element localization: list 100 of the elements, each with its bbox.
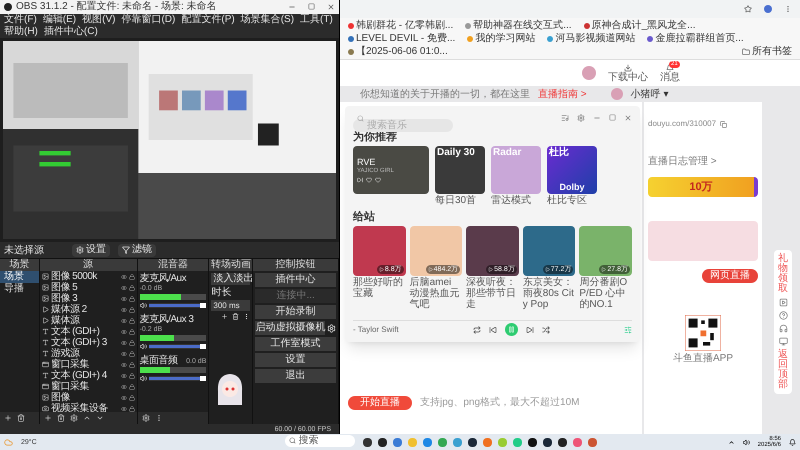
visibility-icon[interactable] — [120, 318, 127, 324]
playlist-title[interactable]: 后脑amei 动漫热血元气吧 — [410, 277, 462, 310]
dock-button[interactable]: 滤镜 — [118, 244, 156, 256]
move-up-icon[interactable] — [82, 414, 91, 422]
lock-icon[interactable] — [128, 406, 135, 412]
source-item[interactable]: 文本 (GDI+) 3 — [50, 337, 119, 348]
playlist-title[interactable]: 周分番剧OP/ED 心中的NO.1 — [579, 277, 632, 310]
settings-icon[interactable] — [70, 414, 78, 422]
tray-expand-icon[interactable] — [728, 438, 735, 446]
lock-icon[interactable] — [128, 274, 135, 280]
source-item[interactable]: 图像 — [50, 392, 119, 403]
menu-item[interactable]: 视图(V) — [82, 14, 116, 26]
bookmark-link[interactable]: LEVEL DEVIL - 免费... — [356, 32, 456, 45]
bookmark-link[interactable]: 所有书签 — [752, 45, 792, 58]
visibility-icon[interactable] — [120, 274, 127, 280]
scene-item[interactable]: 场景 — [0, 271, 39, 283]
menu-item[interactable]: 插件中心(C) — [44, 26, 98, 38]
visibility-icon[interactable] — [120, 384, 127, 390]
volume-icon[interactable] — [140, 302, 147, 309]
source-item[interactable]: 窗口采集 — [50, 381, 119, 392]
volume-thumb[interactable] — [200, 303, 206, 308]
dock-button[interactable]: 设置 — [72, 244, 110, 256]
search-field[interactable]: 搜索音乐 — [353, 118, 453, 132]
source-item[interactable]: 游戏源 — [50, 348, 119, 359]
notification-icon[interactable] — [789, 438, 796, 446]
lock-icon[interactable] — [128, 306, 135, 312]
lock-icon[interactable] — [128, 372, 135, 378]
bookmark-link[interactable]: 原神合成计_黑风龙全... — [592, 19, 696, 32]
bookmark-link[interactable]: 河马影视频道网站 — [555, 32, 636, 45]
source-item[interactable]: 视频采集设备 — [50, 403, 119, 414]
visibility-icon[interactable] — [120, 362, 127, 368]
source-item[interactable]: 文本 (GDI+) — [50, 326, 119, 337]
manage-link[interactable]: 直播日志管理 > — [648, 154, 758, 169]
visibility-icon[interactable] — [120, 394, 127, 400]
source-item[interactable]: 文本 (GDI+) 4 — [50, 370, 119, 381]
bookmark-link[interactable]: 【2025-06-06 01:0... — [356, 45, 448, 58]
source-item[interactable]: 图像 3 — [50, 293, 119, 304]
repeat-icon[interactable] — [472, 326, 481, 334]
copy-icon[interactable] — [720, 120, 728, 128]
control-button[interactable]: 插件中心 — [255, 273, 336, 287]
next-icon[interactable] — [357, 177, 363, 183]
lock-icon[interactable] — [128, 394, 135, 400]
control-button[interactable]: 工作室模式 — [255, 337, 336, 351]
volume-slider[interactable] — [148, 344, 206, 349]
trash-icon[interactable] — [232, 313, 240, 320]
lock-icon[interactable] — [128, 350, 135, 356]
header-link[interactable]: 下载中心 — [608, 64, 648, 82]
lock-icon[interactable] — [128, 318, 135, 324]
scene-item[interactable]: 导播 — [0, 283, 39, 295]
visibility-icon[interactable] — [120, 296, 127, 302]
visibility-icon[interactable] — [120, 406, 127, 412]
volume-slider[interactable] — [148, 303, 206, 308]
side-link[interactable]: 礼物领取 — [778, 254, 788, 294]
video-icon[interactable] — [778, 298, 788, 307]
lock-icon[interactable] — [128, 362, 135, 368]
menu-item[interactable]: 停靠窗口(D) — [121, 14, 176, 26]
help-icon[interactable] — [778, 311, 788, 320]
shuffle-icon[interactable] — [542, 326, 550, 334]
close-icon[interactable] — [624, 114, 632, 122]
volume-icon[interactable] — [140, 375, 147, 382]
source-item[interactable]: 图像 5000k — [50, 271, 119, 282]
control-button[interactable]: 启动虚拟摄像机 — [255, 321, 326, 335]
screen-icon[interactable] — [778, 337, 788, 346]
menu-item[interactable]: 配置文件(P) — [181, 14, 235, 26]
control-button[interactable]: 设置 — [255, 353, 336, 367]
menu-item[interactable]: 文件(F) — [4, 14, 37, 26]
next-icon[interactable] — [526, 326, 534, 334]
add-icon[interactable] — [221, 313, 228, 320]
profile-icon[interactable] — [764, 5, 772, 13]
playlist-cover[interactable]: 杜比 Dolby — [547, 146, 597, 194]
volume-thumb[interactable] — [200, 376, 206, 381]
side-link[interactable]: 返回顶部 — [778, 350, 788, 390]
trash-icon[interactable] — [17, 414, 25, 422]
bookmark-link[interactable]: 韩剧群花 - 亿零韩剧... — [356, 19, 454, 32]
maximize-icon[interactable] — [609, 114, 616, 121]
trash-icon[interactable] — [56, 414, 65, 422]
volume-slider[interactable] — [148, 376, 206, 381]
playlist-cover[interactable]: Daily 30 — [435, 146, 485, 194]
move-down-icon[interactable] — [96, 414, 104, 422]
playlist-title[interactable]: 东京美女：雨夜80s City Pop — [522, 277, 576, 310]
close-icon[interactable] — [327, 3, 335, 11]
menu-item[interactable]: 编辑(E) — [42, 14, 76, 26]
previous-icon[interactable] — [488, 326, 497, 334]
web-live-button[interactable]: 网页直播 — [702, 269, 758, 283]
duration-field[interactable]: 300 ms — [211, 300, 250, 311]
control-button[interactable]: 开始录制 — [255, 305, 336, 319]
taskbar-search[interactable]: 搜索 — [284, 435, 355, 447]
source-item[interactable]: 图像 5 — [50, 282, 119, 293]
bookmark-star-icon[interactable] — [744, 5, 752, 13]
control-button[interactable]: 退出 — [255, 369, 336, 383]
visibility-icon[interactable] — [120, 340, 127, 346]
lock-icon[interactable] — [128, 328, 135, 334]
source-item[interactable]: 媒体源 2 — [50, 304, 119, 315]
lock-icon[interactable] — [128, 384, 135, 390]
menu-item[interactable]: 工具(T) — [300, 14, 333, 26]
start-live-button[interactable]: 开始直播 — [348, 396, 412, 410]
add-icon[interactable] — [4, 414, 12, 422]
bookmark-link[interactable]: 帮助神器在线交互式... — [473, 19, 572, 32]
transition-select[interactable]: 淡入淡出 — [211, 273, 250, 285]
visibility-icon[interactable] — [120, 328, 127, 334]
